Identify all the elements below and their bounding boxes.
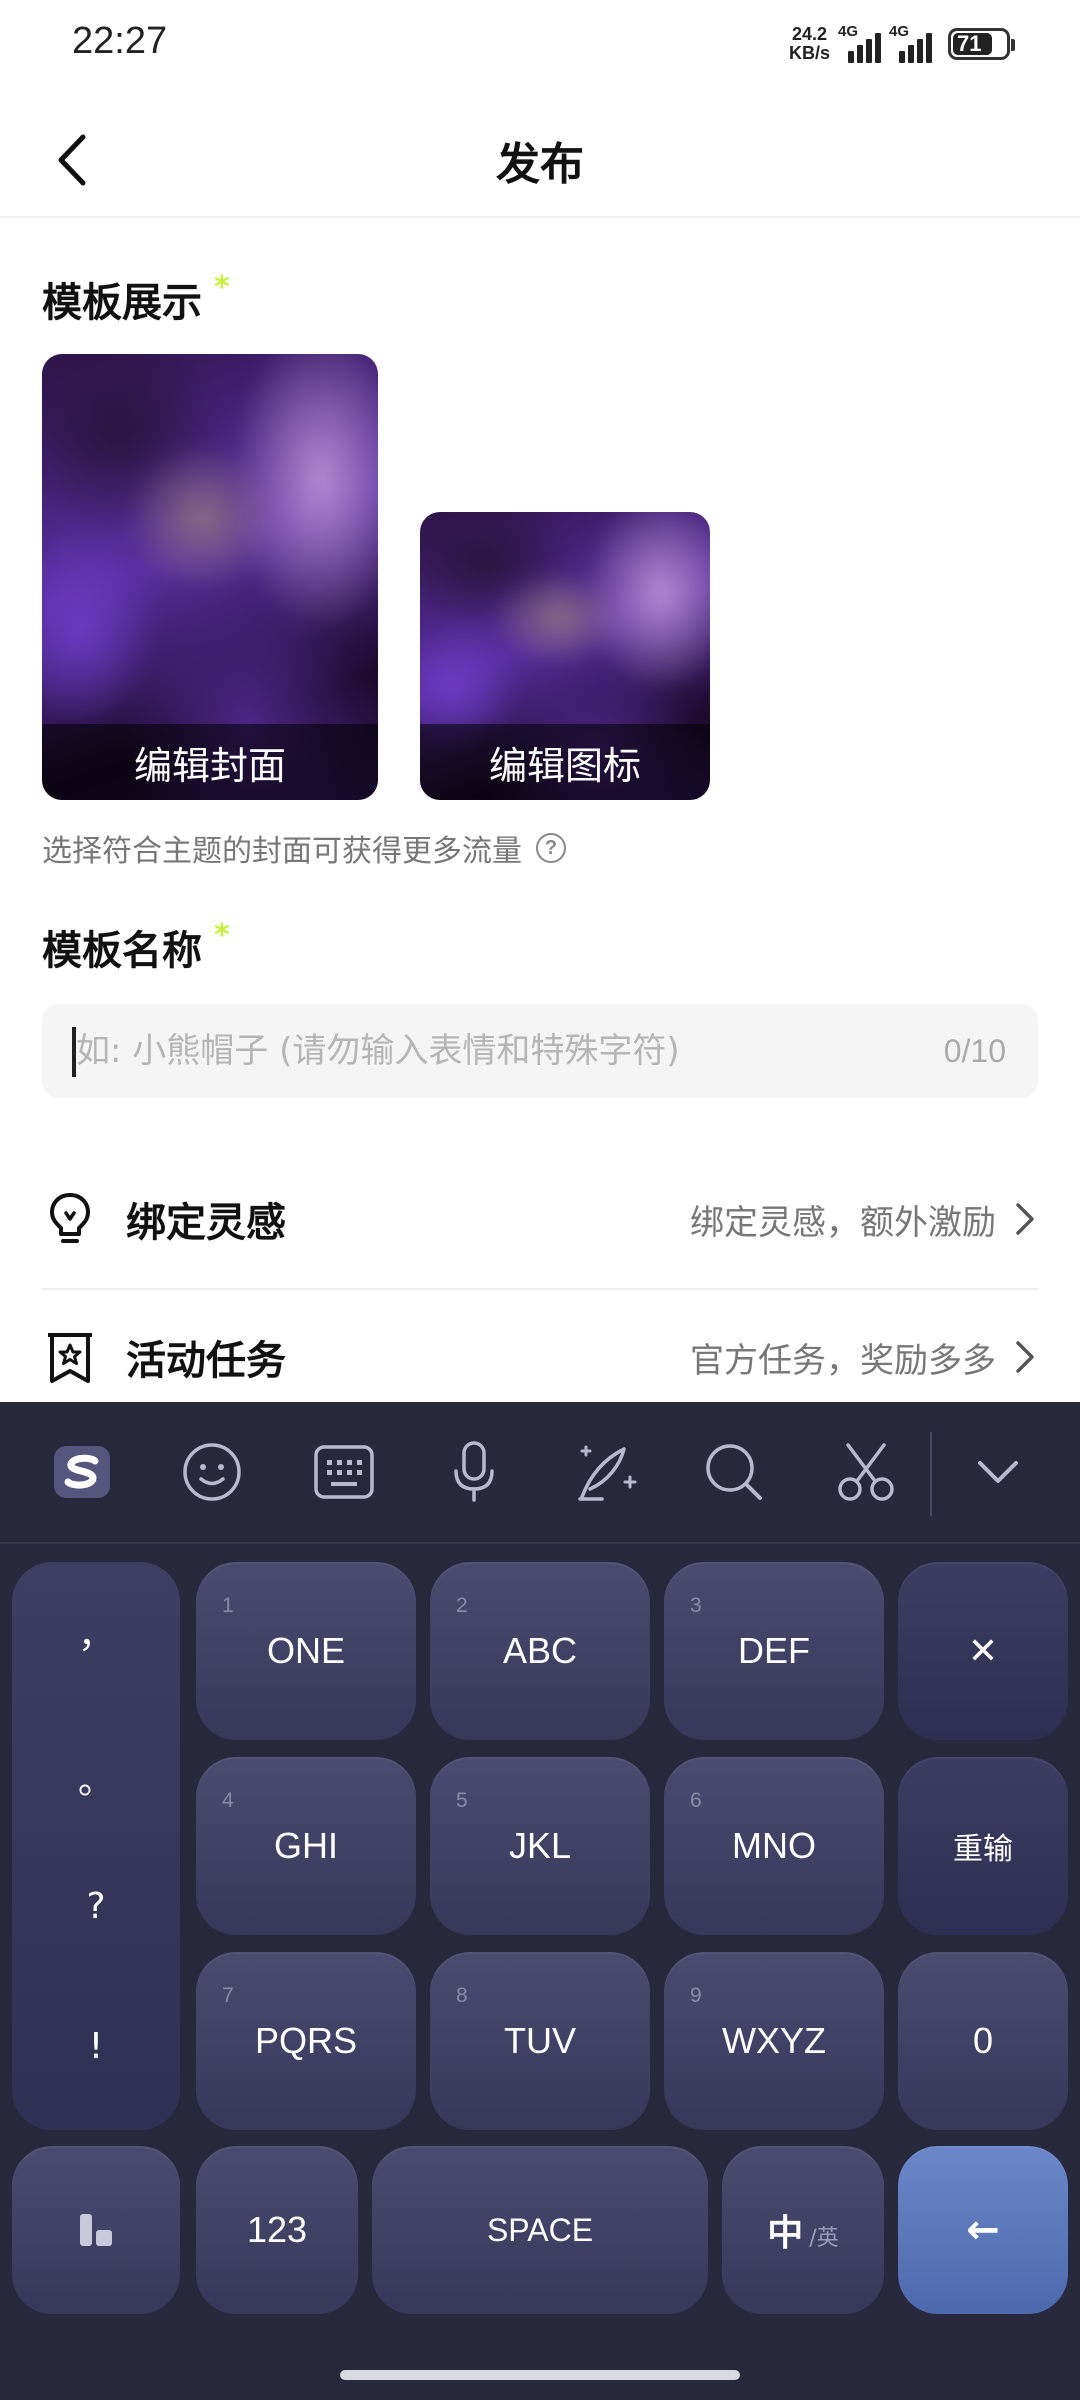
cover-hint: 选择符合主题的封面可获得更多流量 ? (42, 826, 566, 870)
language-switch-key[interactable]: 中 /英 (722, 2146, 884, 2314)
sogou-logo-icon[interactable] (50, 1440, 114, 1504)
scissors-icon[interactable] (834, 1440, 898, 1504)
numeric-key[interactable]: 123 (196, 2146, 358, 2314)
search-icon[interactable] (702, 1440, 766, 1504)
required-mark: * (214, 270, 230, 305)
template-name-title: 模板名称 * (42, 918, 230, 974)
key-2[interactable]: 2 ABC (430, 1562, 650, 1740)
key-9[interactable]: 9 WXYZ (664, 1952, 884, 2130)
icon-thumbnail[interactable]: 编辑图标 (420, 512, 710, 800)
back-button[interactable] (50, 128, 94, 192)
chevron-right-icon (1014, 1337, 1038, 1377)
signal-type-label: 4G (889, 23, 910, 40)
emoji-icon[interactable] (180, 1440, 244, 1504)
signal-strength-icon: 4G (838, 23, 881, 63)
char-counter: 0/10 (943, 1032, 1006, 1069)
key-6[interactable]: 6 MNO (664, 1757, 884, 1935)
template-name-input[interactable] (76, 1004, 876, 1098)
template-display-title: 模板展示 * (42, 270, 230, 326)
page-title: 发布 (496, 139, 584, 190)
network-speed: 24.2 KB/s (789, 25, 830, 63)
row-value: 绑定灵感，额外激励 (690, 1202, 996, 1243)
cover-thumbnail[interactable]: 编辑封面 (42, 354, 378, 800)
handwriting-icon[interactable] (574, 1440, 638, 1504)
home-indicator[interactable] (340, 2370, 740, 2380)
row-label: 绑定灵感 (126, 1200, 286, 1246)
reinput-key[interactable]: 重输 (898, 1757, 1068, 1935)
keyboard-icon[interactable] (312, 1440, 376, 1504)
symbol-key-question[interactable]: ? (12, 1886, 180, 1927)
enter-key[interactable]: ← (898, 2146, 1068, 2314)
signal-strength-icon: 4G (889, 23, 932, 63)
toggle-layout-key[interactable] (12, 2146, 180, 2314)
row-label: 活动任务 (126, 1338, 286, 1384)
edit-cover-button[interactable]: 编辑封面 (42, 724, 378, 800)
help-icon[interactable]: ? (536, 833, 566, 863)
key-3[interactable]: 3 DEF (664, 1562, 884, 1740)
chevron-left-icon (58, 134, 86, 186)
bookmark-star-icon (42, 1329, 98, 1385)
chevron-right-icon (1014, 1199, 1038, 1239)
key-7[interactable]: 7 PQRS (196, 1952, 416, 2130)
lightbulb-icon (42, 1191, 98, 1247)
network-speed-value: 24.2 (791, 24, 828, 44)
bind-inspiration-row[interactable]: 绑定灵感 绑定灵感，额外激励 (42, 1150, 1038, 1288)
collapse-chevron-icon[interactable] (966, 1440, 1030, 1504)
key-1[interactable]: 1 ONE (196, 1562, 416, 1740)
status-icons: 24.2 KB/s 4G 4G 71 (789, 22, 1015, 66)
layout-icon (80, 2214, 112, 2246)
signal-type-label: 4G (838, 23, 859, 40)
row-value: 官方任务，奖励多多 (690, 1340, 996, 1381)
key-4[interactable]: 4 GHI (196, 1757, 416, 1935)
symbol-key-exclamation[interactable]: ! (12, 2026, 180, 2067)
battery-level: 71 (957, 31, 982, 56)
space-key[interactable]: SPACE (372, 2146, 708, 2314)
edit-icon-button[interactable]: 编辑图标 (420, 724, 710, 800)
key-8[interactable]: 8 TUV (430, 1952, 650, 2130)
toolbar-divider (930, 1432, 932, 1516)
network-speed-unit: KB/s (788, 43, 830, 63)
delete-key[interactable]: ✕ (898, 1562, 1068, 1740)
header-divider (0, 216, 1080, 218)
keyboard-toolbar (0, 1402, 1080, 1544)
zero-key[interactable]: 0 (898, 1952, 1068, 2130)
required-mark: * (214, 918, 230, 953)
symbol-key-period[interactable]: 。 (12, 1752, 180, 1804)
status-time: 22:27 (72, 20, 168, 62)
microphone-icon[interactable] (442, 1440, 506, 1504)
symbol-key-comma[interactable]: ， (12, 1606, 180, 1658)
cover-hint-text: 选择符合主题的封面可获得更多流量 (42, 834, 522, 869)
key-5[interactable]: 5 JKL (430, 1757, 650, 1935)
battery-icon: 71 (948, 28, 1015, 60)
